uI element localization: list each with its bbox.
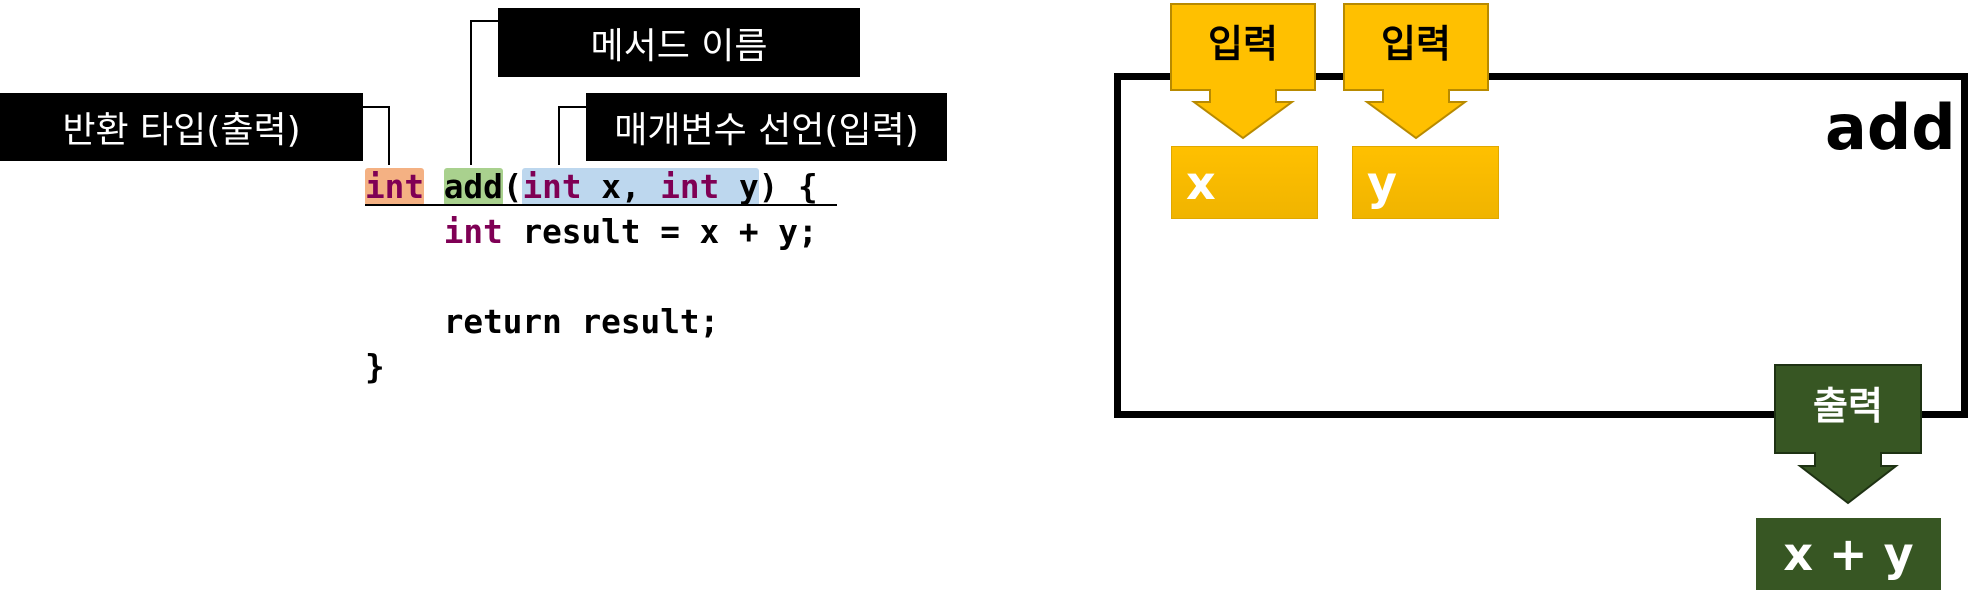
variable-x-box: x (1171, 146, 1318, 219)
method-name-leader-v (470, 20, 472, 165)
closing-brace: } (365, 348, 385, 386)
return-type-leader-h (363, 106, 390, 108)
parameter-list: int x, int y (522, 168, 759, 206)
return-type-token: int (365, 168, 425, 206)
parameters-leader-v (558, 106, 560, 165)
variable-y-label: y (1367, 155, 1397, 210)
variable-y-box: y (1352, 146, 1499, 219)
param2-name: y (719, 168, 759, 206)
line2-indent (365, 213, 444, 251)
method-name-callout: 메서드 이름 (498, 8, 860, 77)
method-name-leader-h (470, 20, 498, 22)
method-name-token: add (443, 168, 503, 206)
result-box: x + y (1756, 518, 1941, 590)
method-box-title: add (1825, 91, 1956, 164)
return-type-callout-text: 반환 타입(출력) (62, 110, 301, 151)
method-name-callout-text: 메서드 이름 (590, 25, 768, 67)
code-block: int add(int x, int y) { int result = x +… (365, 165, 818, 390)
return-type-leader-v (388, 106, 390, 165)
signature-end: ) { (758, 168, 818, 206)
return-type-callout: 반환 타입(출력) (0, 93, 363, 161)
input-label-1: 입력 (1208, 22, 1278, 66)
line2-rest: result = x + y; (502, 213, 818, 251)
param1-name: x, (581, 168, 661, 206)
signature-underline (365, 204, 837, 206)
param2-type: int (660, 168, 720, 206)
param1-type: int (522, 168, 582, 206)
parameters-callout-text: 매개변수 선언(입력) (614, 110, 919, 151)
result-expression: x + y (1783, 527, 1914, 581)
variable-x-label: x (1186, 155, 1216, 210)
open-paren: ( (502, 168, 523, 206)
parameters-leader-h (558, 106, 586, 108)
line2-keyword: int (443, 213, 503, 251)
input-label-2: 입력 (1381, 22, 1451, 66)
output-label: 출력 (1813, 384, 1883, 428)
return-line: return result; (365, 303, 720, 341)
parameters-callout: 매개변수 선언(입력) (586, 93, 947, 161)
